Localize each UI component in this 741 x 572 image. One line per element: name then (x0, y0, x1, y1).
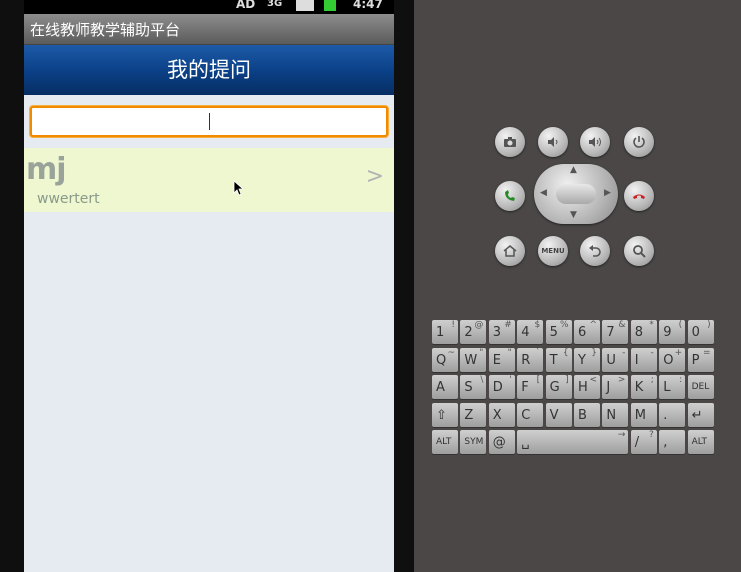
list-item[interactable]: mj wwertert > (24, 148, 394, 212)
clock: 4:47 (353, 0, 383, 11)
key-a[interactable]: A (432, 375, 458, 399)
key-4[interactable]: 4 $ (517, 320, 544, 344)
key-9[interactable]: 9( (659, 320, 686, 344)
home-icon[interactable] (495, 236, 525, 266)
phone-frame: AD 3G 4:47 在线教师教学辅助平台 我的提问 mj wwertert > (0, 0, 414, 572)
key-3[interactable]: 3 # (488, 320, 515, 344)
volume-up-icon[interactable] (580, 127, 610, 157)
key-l[interactable]: L: (659, 375, 686, 399)
dpad-right-icon[interactable]: ▶ (604, 188, 611, 198)
key-d[interactable]: D ' (488, 375, 515, 399)
key-y[interactable]: Y} (574, 347, 600, 372)
key-sym4-2[interactable]: @ (488, 430, 515, 454)
key-sym4-5[interactable]: , (659, 430, 686, 454)
menu-icon[interactable]: MENU (538, 236, 568, 266)
signal-bars-icon (296, 0, 314, 11)
key-sym4-3[interactable]: ␣ → (517, 430, 629, 454)
key-v[interactable]: V (545, 402, 572, 427)
key-z[interactable]: Z (460, 402, 487, 427)
status-bar: AD 3G 4:47 (24, 0, 394, 14)
emulator-controls: ▲ ▼ ◀ ▶ MENU 1! 2 @3 #4 $5% 6 ^ 7 & 8 * 9(0) Q ~ W " E " R… (414, 0, 741, 572)
key-n[interactable]: N (602, 402, 629, 427)
back-icon[interactable] (580, 236, 610, 266)
key-alt[interactable]: ALT (432, 430, 458, 454)
page-title: 我的提问 (167, 58, 251, 82)
key-sym4-4[interactable]: /? (630, 430, 657, 454)
key-q[interactable]: Q ~ (432, 347, 458, 372)
key-t[interactable]: T{ (545, 347, 572, 372)
volume-down-icon[interactable] (538, 127, 568, 157)
key-c[interactable]: C (517, 402, 544, 427)
key-7[interactable]: 7 & (602, 320, 629, 344)
power-icon[interactable] (624, 127, 654, 157)
key-g[interactable]: G] (545, 375, 572, 399)
call-icon[interactable] (495, 181, 525, 211)
key-sym3-9[interactable]: ↵ (687, 402, 714, 427)
page-header: 我的提问 (24, 45, 394, 95)
key-sym3-8[interactable]: . (659, 402, 686, 427)
dpad-left-icon[interactable]: ◀ (540, 188, 547, 198)
search-icon[interactable] (624, 236, 654, 266)
key-o[interactable]: O + (659, 347, 686, 372)
battery-icon (324, 0, 336, 11)
chevron-right-icon: > (365, 164, 384, 189)
key-k[interactable]: K; (630, 375, 657, 399)
app-window-title: 在线教师教学辅助平台 (30, 21, 181, 39)
status-ad-icon: AD (236, 0, 256, 11)
key-del[interactable]: DEL (687, 375, 714, 399)
phone-screen: AD 3G 4:47 在线教师教学辅助平台 我的提问 mj wwertert > (24, 0, 394, 572)
key-i[interactable]: I- (630, 347, 657, 372)
key-w[interactable]: W " (460, 347, 487, 372)
key-5[interactable]: 5% (545, 320, 572, 344)
mouse-pointer-icon (233, 180, 243, 196)
key-h[interactable]: H < (574, 375, 600, 399)
dpad-down-icon[interactable]: ▼ (570, 210, 577, 220)
end-call-icon[interactable] (624, 181, 654, 211)
key-f[interactable]: F[ (517, 375, 544, 399)
list-item-title: mj (26, 152, 67, 187)
key-p[interactable]: P = (687, 347, 714, 372)
key-0[interactable]: 0) (687, 320, 714, 344)
key-b[interactable]: B (574, 402, 600, 427)
key-6[interactable]: 6 ^ (574, 320, 600, 344)
key-sym3-0[interactable]: ⇧ (432, 402, 458, 427)
search-input[interactable] (30, 106, 388, 137)
key-8[interactable]: 8 * (630, 320, 657, 344)
key-s[interactable]: S \ (460, 375, 487, 399)
dpad-up-icon[interactable]: ▲ (570, 165, 577, 175)
text-cursor (209, 113, 210, 130)
app-title-bar: 在线教师教学辅助平台 (24, 14, 394, 45)
signal-3g-icon: 3G (267, 0, 283, 9)
key-sym[interactable]: SYM (460, 430, 487, 454)
list-item-subtitle: wwertert (37, 191, 100, 207)
key-j[interactable]: J > (602, 375, 629, 399)
key-1[interactable]: 1! (432, 320, 458, 344)
key-m[interactable]: M (630, 402, 657, 427)
key-x[interactable]: X (488, 402, 515, 427)
key-r[interactable]: R ` (517, 347, 544, 372)
key-2[interactable]: 2 @ (460, 320, 487, 344)
dpad[interactable]: ▲ ▼ ◀ ▶ (534, 164, 618, 224)
key-e[interactable]: E " (488, 347, 515, 372)
camera-icon[interactable] (495, 127, 525, 157)
key-alt[interactable]: ALT (687, 430, 714, 454)
key-u[interactable]: U- (602, 347, 629, 372)
dpad-center-button[interactable] (556, 184, 596, 204)
hardware-keyboard: 1! 2 @3 #4 $5% 6 ^ 7 & 8 * 9(0) Q ~ W " E " R ` T{Y} U - I - O + P =… (432, 320, 717, 460)
